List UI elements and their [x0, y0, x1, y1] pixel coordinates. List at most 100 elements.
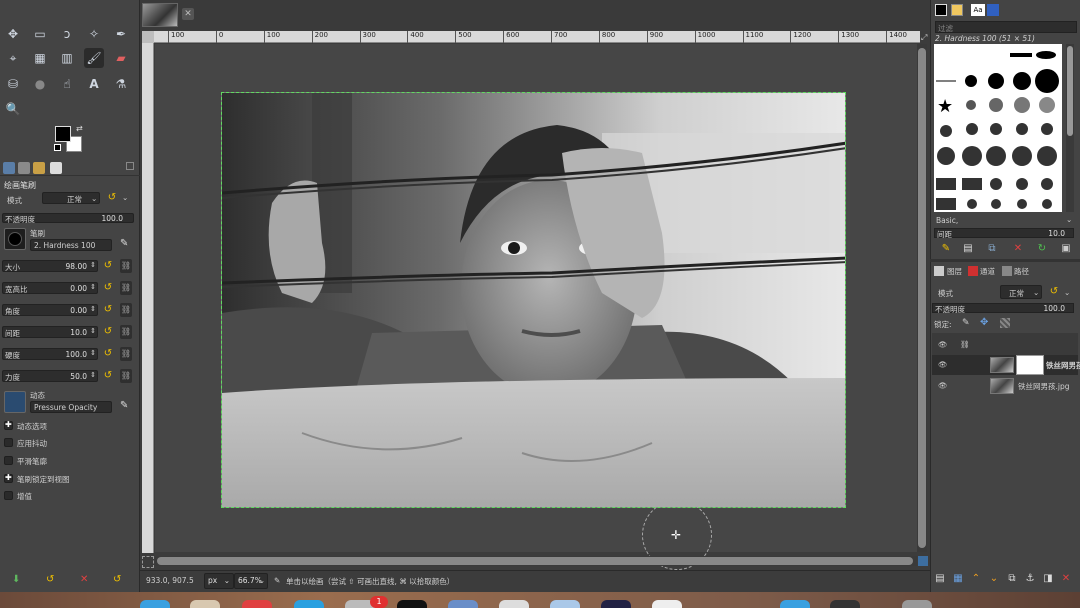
horizontal-scrollbar[interactable]	[155, 556, 917, 566]
dock-separator[interactable]	[930, 259, 1080, 262]
option-checkbox[interactable]	[4, 438, 13, 447]
text-tool-icon[interactable]: A	[84, 74, 104, 94]
reset-param-icon[interactable]: ↺	[102, 348, 114, 360]
option-row[interactable]: 应用抖动	[0, 437, 136, 449]
chrome-app-icon[interactable]	[242, 600, 272, 608]
appstore-app-icon[interactable]	[294, 600, 324, 608]
brush-name-field[interactable]: 2. Hardness 100	[30, 239, 112, 251]
spin-arrows-icon[interactable]: ⇕	[90, 327, 96, 335]
gradient-tool-icon[interactable]: ▥	[57, 48, 77, 68]
path-tool-icon[interactable]: ✒	[111, 24, 131, 44]
link-param-icon[interactable]: ⛓	[120, 259, 132, 273]
bucket-fill-tool-icon[interactable]: ⛁	[3, 74, 23, 94]
reset-mode-icon[interactable]: ↺	[106, 192, 118, 204]
lock-pixels-icon[interactable]: ✎	[962, 318, 970, 328]
blur-tool-icon[interactable]: ●	[30, 74, 50, 94]
lock-position-icon[interactable]: ✥	[980, 317, 988, 328]
reset-param-icon[interactable]: ↺	[102, 304, 114, 316]
delete-layer-icon[interactable]: ✕	[1060, 573, 1072, 585]
fonts-tab-icon[interactable]: Aa	[971, 4, 985, 16]
dynamics-preview[interactable]	[4, 391, 26, 413]
reset-param-icon[interactable]: ↺	[102, 282, 114, 294]
delete-preset-icon[interactable]: ✕	[80, 574, 88, 585]
tab-paths[interactable]: 路径	[1014, 266, 1029, 277]
vertical-scrollbar[interactable]	[917, 44, 927, 552]
param-slider[interactable]: 大小 98.00 ⇕	[2, 260, 98, 272]
spin-arrows-icon[interactable]: ⇕	[90, 371, 96, 379]
option-checkbox[interactable]: ✚	[4, 420, 13, 430]
layer-opacity-slider[interactable]: 不透明度 100.0	[932, 303, 1074, 314]
device-status-tab-icon[interactable]	[18, 162, 30, 174]
link-param-icon[interactable]: ⛓	[120, 369, 132, 383]
anchor-layer-icon[interactable]: ⚓	[1024, 573, 1036, 585]
tab-layers[interactable]: 图层	[947, 266, 962, 277]
vertical-scroll-thumb[interactable]	[918, 48, 926, 548]
spin-arrows-icon[interactable]: ⇕	[90, 349, 96, 357]
color-picker-tool-icon[interactable]: ⚗	[111, 74, 131, 94]
new-layer-group-icon[interactable]: ▦	[952, 573, 964, 585]
param-slider[interactable]: 硬度 100.0 ⇕	[2, 348, 98, 360]
close-tab-icon[interactable]: ✕	[182, 8, 194, 20]
reset-options-icon[interactable]: ↺	[113, 574, 121, 585]
link-param-icon[interactable]: ⛓	[120, 281, 132, 295]
horizontal-scroll-thumb[interactable]	[157, 557, 913, 565]
toggle-quick-mask-icon[interactable]	[142, 556, 154, 568]
navigate-icon[interactable]	[918, 556, 928, 566]
images-tab-icon[interactable]	[50, 162, 62, 174]
fuzzy-select-tool-icon[interactable]: ✧	[84, 24, 104, 44]
textedit-app-icon[interactable]	[499, 600, 529, 608]
channels-tab-icon[interactable]	[968, 266, 978, 276]
folder-app-icon[interactable]	[780, 600, 810, 608]
spin-arrows-icon[interactable]: ⇕	[90, 261, 96, 269]
param-slider[interactable]: 力度 50.0 ⇕	[2, 370, 98, 382]
undo-history-tab-icon[interactable]	[33, 162, 45, 174]
terminal-app-icon[interactable]	[397, 600, 427, 608]
option-row[interactable]: 平滑笔廓	[0, 455, 136, 467]
zoom-select[interactable]: 66.7% ⌄	[234, 573, 268, 589]
zoom-follow-icon[interactable]: ⤢	[921, 33, 929, 42]
layer-row[interactable]: 👁 铁丝网男孩	[932, 355, 1080, 375]
duplicate-brush-icon[interactable]: ⧉	[986, 243, 998, 255]
spin-arrows-icon[interactable]: ⇕	[90, 283, 96, 291]
eraser-tool-icon[interactable]: ▰	[111, 48, 131, 68]
gimp-app-icon[interactable]	[601, 600, 631, 608]
horizontal-ruler[interactable]: 100 0 100 200 300 400 500 600 700 800 900 1000 1100 1…	[154, 31, 920, 43]
param-slider[interactable]: 间距 10.0 ⇕	[2, 326, 98, 338]
crop-tool-icon[interactable]: ⌖	[3, 48, 23, 68]
paths-tab-icon[interactable]	[1002, 266, 1012, 276]
configure-tab-icon[interactable]	[126, 162, 134, 170]
link-param-icon[interactable]: ⛓	[120, 303, 132, 317]
raise-layer-icon[interactable]: ⌃	[970, 573, 982, 585]
option-checkbox[interactable]: ✚	[4, 473, 13, 483]
add-layer-mask-icon[interactable]: ◨	[1042, 573, 1054, 585]
refresh-brushes-icon[interactable]: ↻	[1036, 243, 1048, 255]
reset-layer-mode-icon[interactable]: ↺	[1048, 286, 1060, 298]
zoom-tool-icon[interactable]: 🔍	[3, 99, 23, 119]
safari-app-icon[interactable]	[652, 600, 682, 608]
duplicate-layer-icon[interactable]: ⧉	[1006, 573, 1018, 585]
layer-mode-select[interactable]: 正常 ⌄	[1000, 285, 1042, 299]
param-slider[interactable]: 角度 0.00 ⇕	[2, 304, 98, 316]
edit-dynamics-icon[interactable]: ✎	[120, 400, 128, 411]
layer-mask-thumbnail[interactable]	[1016, 355, 1044, 375]
downloads-app-icon[interactable]	[830, 600, 860, 608]
foreground-color-swatch[interactable]	[55, 126, 71, 142]
spacing-slider[interactable]: 间距 10.0	[934, 228, 1074, 239]
lasso-tool-icon[interactable]: ↄ	[57, 24, 77, 44]
paintbrush-tool-icon[interactable]: 🖌	[84, 48, 104, 68]
tab-channels[interactable]: 通道	[980, 266, 995, 277]
rect-select-tool-icon[interactable]: ▭	[30, 24, 50, 44]
option-checkbox[interactable]	[4, 491, 13, 500]
option-checkbox[interactable]	[4, 456, 13, 465]
smudge-tool-icon[interactable]: ☝	[57, 74, 77, 94]
swap-colors-icon[interactable]: ⇄	[76, 124, 83, 133]
vertical-ruler[interactable]	[142, 43, 154, 553]
reset-param-icon[interactable]: ↺	[102, 260, 114, 272]
restore-preset-icon[interactable]: ↺	[46, 574, 54, 585]
new-brush-icon[interactable]: ▤	[962, 243, 974, 255]
finder-app-icon[interactable]	[140, 600, 170, 608]
layer-row[interactable]: 👁 铁丝网男孩.jpg	[932, 376, 1078, 396]
lower-layer-icon[interactable]: ⌄	[988, 573, 1000, 585]
edit-brush-icon[interactable]: ✎	[120, 238, 128, 249]
option-row[interactable]: 增值	[0, 490, 136, 502]
